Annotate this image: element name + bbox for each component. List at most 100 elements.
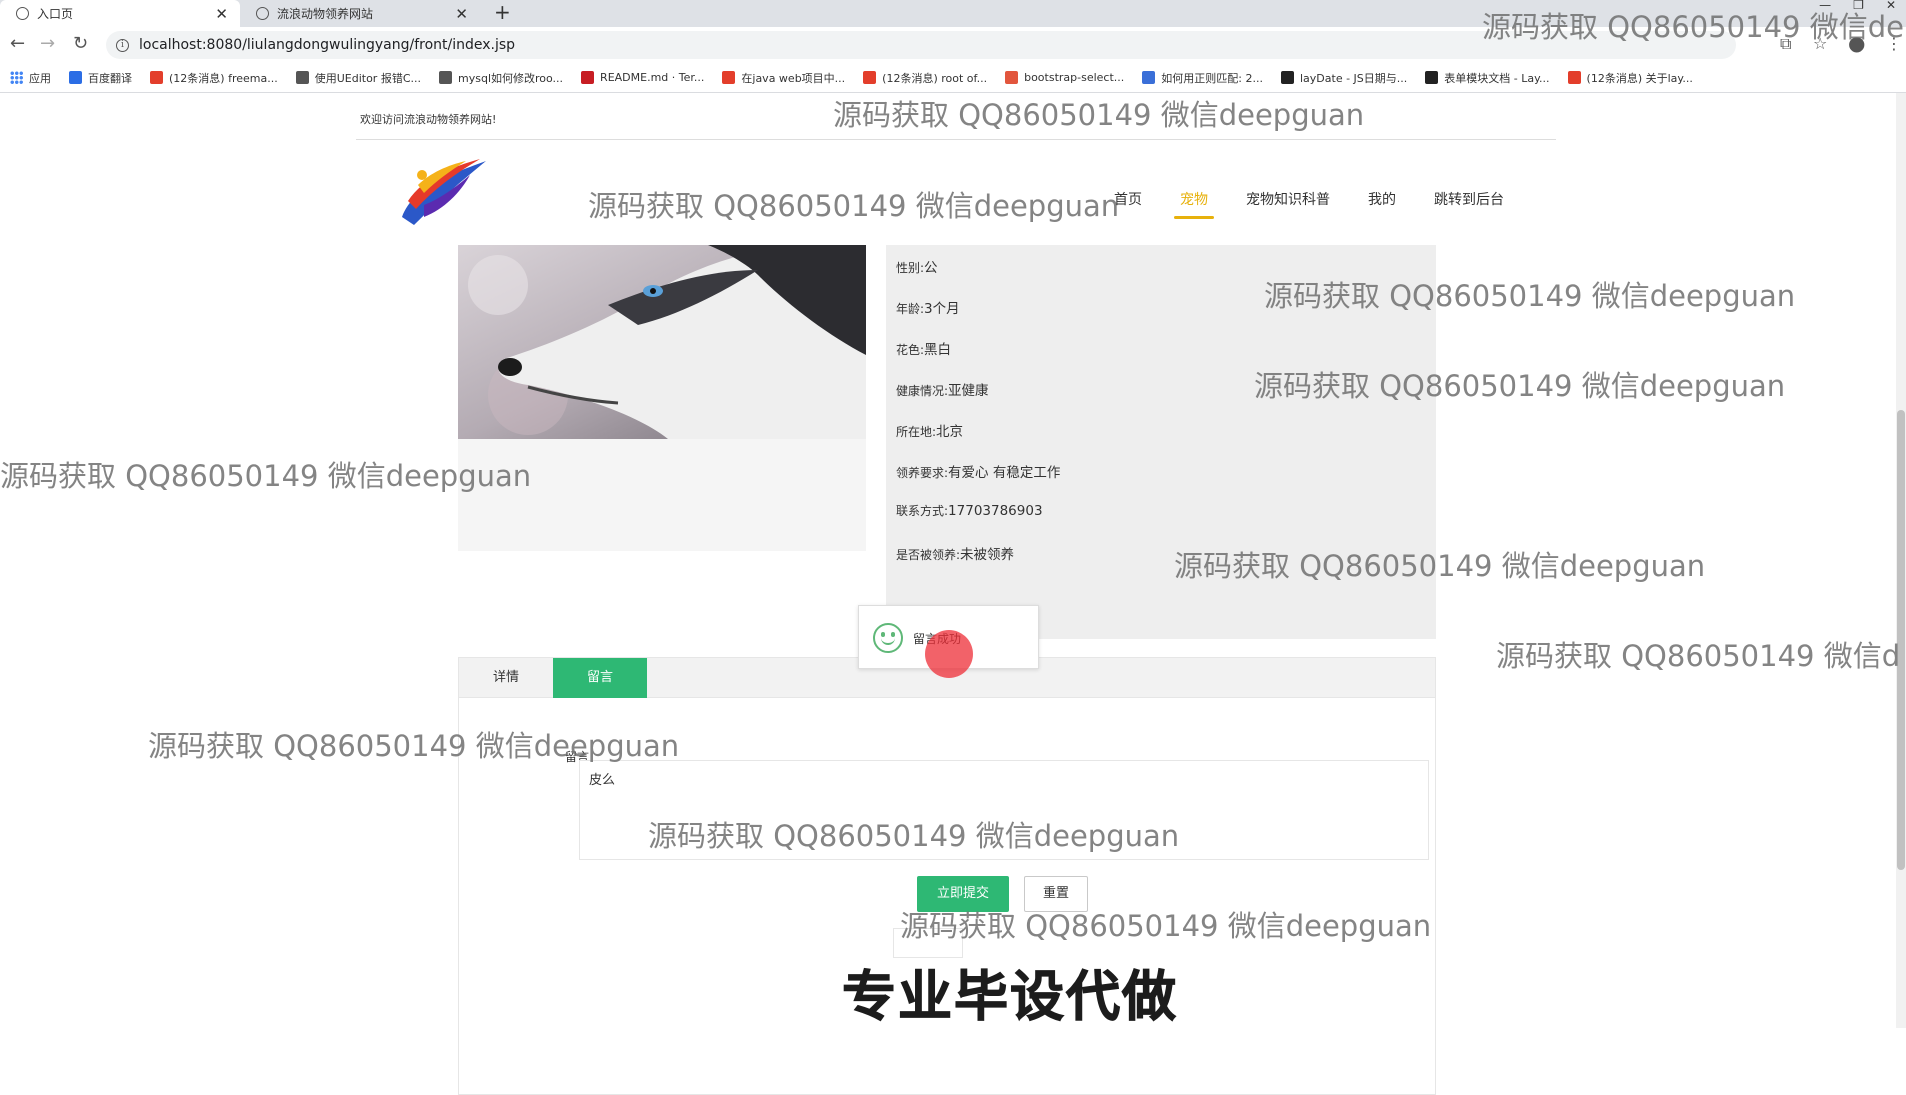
tab-details[interactable]: 详情 (459, 658, 553, 698)
close-tab-icon[interactable]: ✕ (215, 5, 228, 23)
bookmark-label: (12条消息) root of... (882, 71, 988, 85)
welcome-text: 欢迎访问流浪动物领养网站! (360, 113, 497, 126)
bookmark-label: mysql如何修改roo... (458, 71, 564, 85)
pet-info-row: 领养要求:有爱心 有稳定工作 (896, 461, 1060, 481)
nav-item[interactable]: 我的 (1368, 189, 1396, 219)
watermark-text: 源码获取 QQ86050149 微信deepguan (900, 909, 1432, 943)
watermark-text: 源码获取 QQ86050149 微信deepguan (1264, 279, 1796, 313)
pet-info-value: 3个月 (924, 301, 960, 317)
csdn-icon (150, 71, 163, 84)
watermark-text: 源码获取 QQ86050149 微信deepguan (648, 819, 1180, 853)
browser-tab-title: 入口页 (37, 7, 74, 21)
forward-arrow-icon[interactable]: → (40, 33, 55, 55)
header-divider (356, 139, 1556, 140)
bookmark-item[interactable]: README.md · Ter... (581, 71, 704, 84)
csdn-icon (863, 71, 877, 84)
pet-info-value: 17703786903 (948, 503, 1043, 519)
nav-item[interactable]: 宠物 (1174, 189, 1214, 219)
bookmark-label: layDate - JS日期与... (1299, 71, 1408, 85)
pet-info-row: 花色:黑白 (896, 338, 951, 358)
reload-icon[interactable]: ↻ (73, 33, 88, 55)
pet-info-key: 花色: (896, 343, 925, 357)
bookmark-label: README.md · Ter... (600, 71, 705, 84)
bookmark-label: 表单模块文档 - Lay... (1444, 71, 1550, 85)
bookmark-item[interactable]: 百度翻译 (69, 70, 132, 86)
click-indicator (925, 630, 973, 678)
pet-info-value: 黑白 (924, 342, 952, 358)
bookmark-item[interactable]: (12条消息) freema... (150, 70, 278, 86)
pet-photo-card (458, 245, 866, 551)
browser-tab-entry[interactable]: 入口页 ✕ (0, 0, 240, 27)
baidu-translate-icon (69, 71, 82, 84)
watermark-text: 源码获取 QQ86050149 微信deepguan (0, 459, 532, 493)
back-arrow-icon[interactable]: ← (10, 33, 25, 55)
pet-info-key: 性别: (896, 261, 925, 275)
paw-icon (1142, 71, 1156, 84)
watermark-text: 源码获取 QQ86050149 微信deepguan (588, 189, 1120, 223)
pet-info-row: 年龄:3个月 (896, 297, 960, 317)
bookmark-item[interactable]: 应用 (10, 70, 51, 86)
info-icon[interactable]: i (116, 38, 129, 52)
bookmark-label: 在java web项目中... (741, 71, 846, 85)
smile-icon (873, 623, 903, 653)
cnblogs-icon (439, 71, 452, 84)
bookmark-label: (12条消息) freema... (169, 71, 278, 85)
bookmark-label: 应用 (29, 71, 51, 85)
pet-info-key: 年龄: (896, 302, 925, 316)
pet-info-row: 联系方式:17703786903 (896, 502, 1043, 519)
bookmark-item[interactable]: 表单模块文档 - Lay... (1425, 70, 1550, 86)
watermark-text: 源码获取 QQ86050149 微信de (1482, 10, 1904, 44)
watermark-text: 源码获取 QQ86050149 微信deepguan (1254, 369, 1786, 403)
pet-info-row: 健康情况:亚健康 (896, 379, 989, 399)
nav-item[interactable]: 跳转到后台 (1434, 189, 1504, 219)
site-favicon-icon (256, 7, 269, 20)
watermark-text: 源码获取 QQ86050149 微信deepguan (1174, 549, 1706, 583)
browser-tab-site[interactable]: 流浪动物领养网站 ✕ (240, 0, 480, 27)
csdn-icon (1567, 71, 1581, 84)
bookmark-item[interactable]: (12条消息) 关于lay... (1567, 70, 1693, 86)
bookmark-item[interactable]: 如何用正则匹配: 2... (1142, 70, 1263, 86)
site-logo[interactable] (394, 155, 488, 231)
pet-info-key: 健康情况: (896, 384, 949, 398)
bookmark-item[interactable]: 使用UEditor 报错C... (295, 70, 421, 86)
pet-photo (458, 245, 866, 439)
layui-icon (1425, 71, 1439, 84)
pet-info-key: 所在地: (896, 425, 937, 439)
bookmark-item[interactable]: bootstrap-select... (1005, 71, 1124, 84)
pet-info-value: 北京 (936, 424, 964, 440)
bookmark-item[interactable]: 在java web项目中... (722, 70, 845, 86)
bookmark-item[interactable]: layDate - JS日期与... (1280, 70, 1408, 86)
csdn-icon (722, 71, 736, 84)
watermark-text: 源码获取 QQ86050149 微信deepguan (148, 729, 680, 763)
bookmark-label: 使用UEditor 报错C... (314, 71, 421, 85)
pet-info-key: 是否被领养: (896, 548, 961, 562)
bookmark-label: bootstrap-select... (1024, 71, 1125, 84)
globe-icon (16, 7, 29, 20)
new-tab-button[interactable]: + (494, 0, 511, 27)
pet-info-key: 领养要求: (896, 466, 949, 480)
apps-grid-icon (10, 71, 23, 84)
watermark-text: 源码获取 QQ86050149 微信d (1496, 639, 1901, 673)
layui-icon (1280, 71, 1294, 84)
promo-banner: 专业毕设代做 (842, 965, 1178, 1029)
bookmark-item[interactable]: mysql如何修改roo... (439, 70, 563, 86)
bookmark-label: 百度翻译 (88, 71, 132, 85)
cnblogs-icon (295, 71, 309, 84)
bookmark-label: (12条消息) 关于lay... (1586, 71, 1693, 85)
url-text[interactable]: localhost:8080/liulangdongwulingyang/fro… (139, 37, 515, 53)
pet-info-key: 联系方式: (896, 504, 949, 518)
nav-item[interactable]: 宠物知识科普 (1246, 189, 1330, 219)
bookmark-icon (1005, 71, 1019, 84)
browser-tab-title: 流浪动物领养网站 (277, 7, 374, 21)
bookmark-item[interactable]: (12条消息) root of... (863, 70, 987, 86)
gitee-icon (581, 71, 595, 84)
pet-info-value: 公 (924, 260, 938, 276)
pet-info-value: 未被领养 (960, 547, 1015, 563)
pet-info-value: 亚健康 (948, 383, 989, 399)
bookmarks-bar: 应用 百度翻译 (12条消息) freema... 使用UEditor 报错C... m… (0, 63, 1906, 93)
pet-info-row: 所在地:北京 (896, 420, 963, 440)
tab-messages[interactable]: 留言 (553, 658, 647, 698)
pet-info-value: 有爱心 有稳定工作 (948, 465, 1061, 481)
close-tab-icon[interactable]: ✕ (455, 5, 468, 23)
main-nav: 首页 宠物 宠物知识科普 我的 跳转到后台 (1114, 189, 1542, 219)
